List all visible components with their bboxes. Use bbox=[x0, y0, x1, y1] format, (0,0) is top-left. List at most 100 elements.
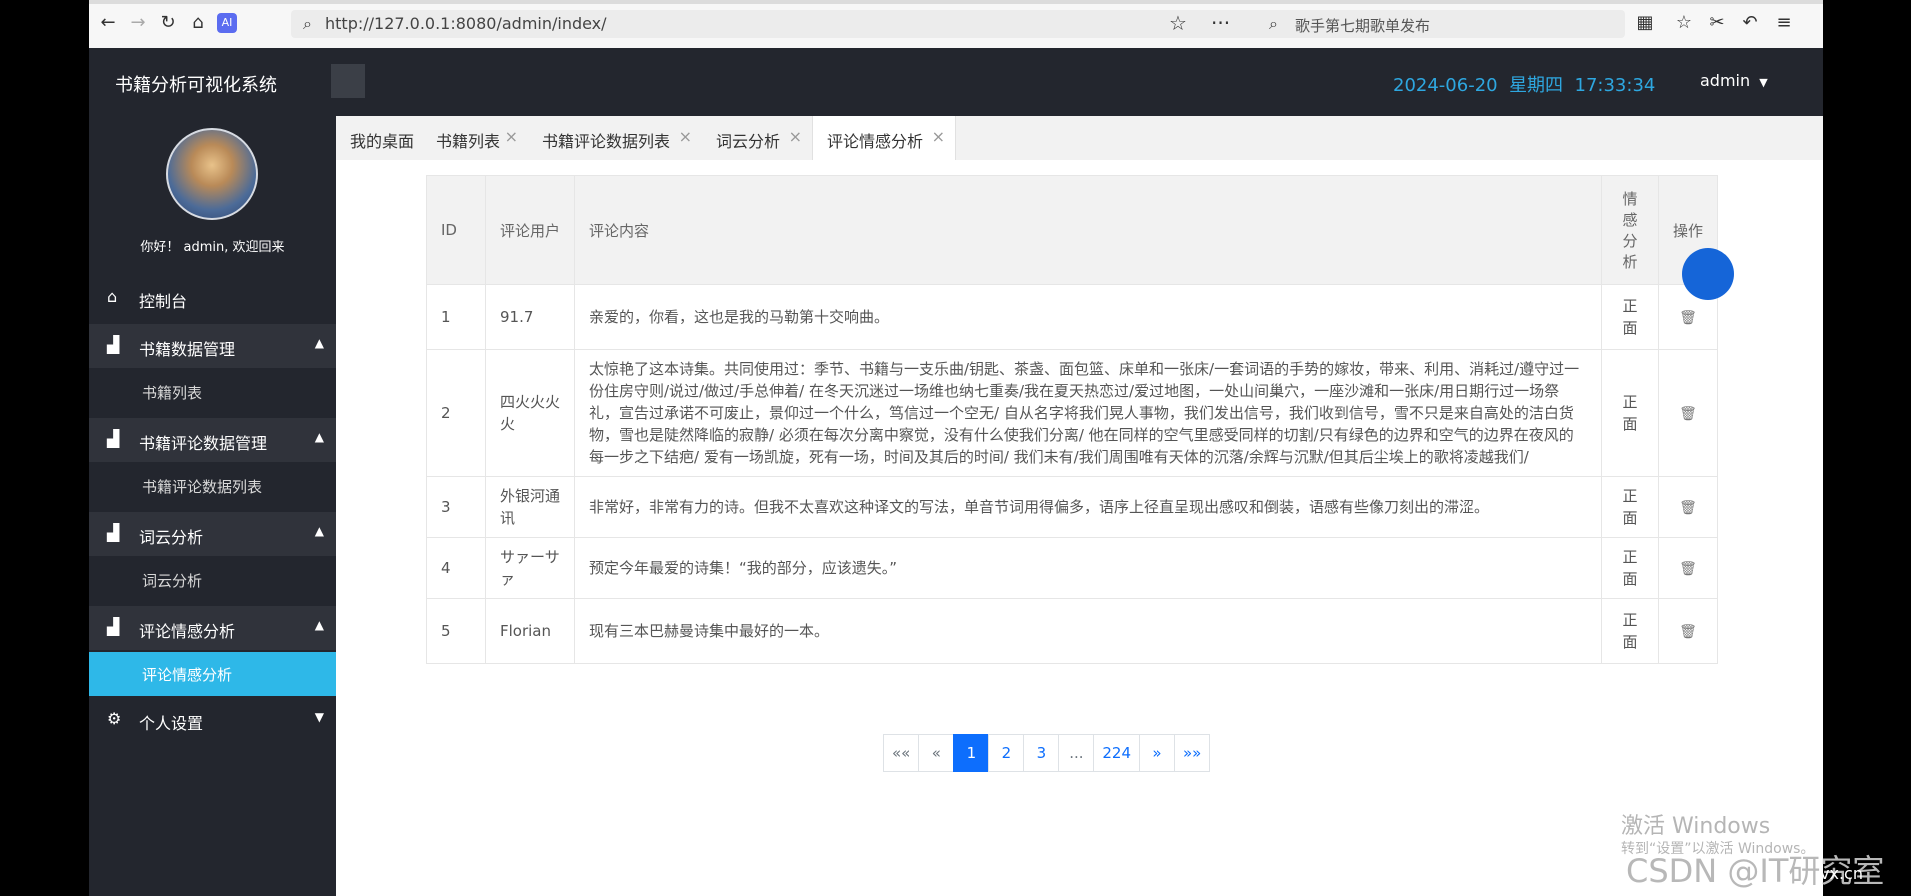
cell-action: 🗑 bbox=[1658, 537, 1718, 599]
table-row: 5 Florian 现有三本巴赫曼诗集中最好的一本。 正面 🗑 bbox=[426, 598, 1718, 664]
pagination: «« « 1 2 3 ... 224 » »» bbox=[883, 734, 1211, 772]
tab-wordcloud[interactable]: 词云分析 × bbox=[702, 116, 812, 160]
trash-icon[interactable]: 🗑 bbox=[1679, 500, 1697, 516]
cell-id: 1 bbox=[426, 284, 486, 350]
caret-up-icon: ▲ bbox=[314, 430, 324, 444]
tab-book-list[interactable]: 书籍列表 × bbox=[422, 116, 528, 160]
browser-search-box[interactable]: ⌕ 歌手第七期歌单发布 bbox=[1257, 10, 1625, 38]
browser-top-strip bbox=[89, 0, 1823, 4]
corner-watermark: vx.cn bbox=[1820, 864, 1863, 883]
bank-icon: ▟ bbox=[107, 335, 120, 354]
home-icon: ⌂ bbox=[107, 287, 118, 306]
welcome-text: 你好！ admin, 欢迎回来 bbox=[140, 240, 285, 255]
column-header: 评论内容 bbox=[574, 175, 1602, 285]
page-prev-button[interactable]: « bbox=[918, 734, 955, 772]
user-name: admin bbox=[1700, 71, 1751, 90]
cell-user: Florian bbox=[485, 598, 575, 664]
tab-label: 我的桌面 bbox=[350, 132, 415, 151]
cell-user: 四火火火火 bbox=[485, 349, 575, 477]
bank-icon: ▟ bbox=[107, 429, 120, 448]
back-icon[interactable]: ← bbox=[97, 12, 119, 34]
ai-extension-icon[interactable]: AI bbox=[217, 13, 237, 33]
favorites-icon[interactable]: ☆ bbox=[1673, 12, 1695, 34]
url-text[interactable]: http://127.0.0.1:8080/admin/index/ bbox=[325, 14, 607, 33]
sidebar-item-dashboard[interactable]: ⌂ 控制台 bbox=[89, 276, 336, 320]
table-row: 1 91.7 亲爱的，你看，这也是我的马勒第十交响曲。 正面 🗑 bbox=[426, 284, 1718, 350]
system-title: 书籍分析可视化系统 bbox=[115, 75, 277, 96]
page-button-2[interactable]: 2 bbox=[988, 734, 1025, 772]
close-icon[interactable]: × bbox=[679, 127, 692, 146]
table-header-row: ID 评论用户 评论内容 情感分析 操作 bbox=[426, 175, 1718, 285]
browser-toolbar: ← → ↻ ⌂ AI ⌕ http://127.0.0.1:8080/admin… bbox=[89, 0, 1823, 49]
cell-action: 🗑 bbox=[1658, 476, 1718, 538]
cell-id: 5 bbox=[426, 598, 486, 664]
cell-content: 预定今年最爱的诗集！“我的部分，应该遗失。” bbox=[574, 537, 1602, 599]
tab-comment-list[interactable]: 书籍评论数据列表 × bbox=[528, 116, 702, 160]
caret-up-icon: ▲ bbox=[314, 618, 324, 632]
sidebar-item-label: 个人设置 bbox=[139, 714, 204, 733]
caret-up-icon: ▲ bbox=[314, 524, 324, 538]
sidebar-item-sentiment[interactable]: 评论情感分析 bbox=[89, 652, 336, 696]
menu-toggle-button[interactable] bbox=[331, 64, 365, 98]
trash-icon[interactable]: 🗑 bbox=[1679, 561, 1697, 577]
tab-desktop[interactable]: 我的桌面 bbox=[336, 116, 422, 160]
menu-icon[interactable]: ≡ bbox=[1773, 12, 1795, 34]
page-ellipsis: ... bbox=[1058, 734, 1095, 772]
windows-watermark-title: 激活 Windows bbox=[1621, 814, 1771, 839]
sidebar-item-settings[interactable]: ⚙ 个人设置 ▼ bbox=[89, 698, 336, 742]
sidebar-item-book-list[interactable]: 书籍列表 bbox=[89, 370, 336, 414]
user-menu[interactable]: admin ▼ bbox=[1700, 71, 1768, 90]
close-icon[interactable]: × bbox=[505, 127, 518, 146]
sidebar-group-sentiment[interactable]: ▟ 评论情感分析 ▲ bbox=[89, 606, 336, 650]
sidebar-item-label: 评论情感分析 bbox=[139, 622, 236, 641]
tab-label: 词云分析 bbox=[716, 132, 781, 151]
cell-id: 4 bbox=[426, 537, 486, 599]
forward-icon[interactable]: → bbox=[127, 12, 149, 34]
page-button-1[interactable]: 1 bbox=[953, 734, 990, 772]
scissors-icon[interactable]: ✂ bbox=[1706, 12, 1728, 34]
sidebar-group-wordcloud[interactable]: ▟ 词云分析 ▲ bbox=[89, 512, 336, 556]
undo-icon[interactable]: ↶ bbox=[1739, 12, 1761, 34]
close-icon[interactable]: × bbox=[789, 127, 802, 146]
gear-icon: ⚙ bbox=[107, 709, 122, 728]
app-window: ← → ↻ ⌂ AI ⌕ http://127.0.0.1:8080/admin… bbox=[89, 0, 1823, 896]
trash-icon[interactable]: 🗑 bbox=[1679, 406, 1697, 422]
tab-label: 书籍评论数据列表 bbox=[542, 132, 671, 151]
cell-content: 现有三本巴赫曼诗集中最好的一本。 bbox=[574, 598, 1602, 664]
sidebar-item-wordcloud[interactable]: 词云分析 bbox=[89, 558, 336, 602]
trash-icon[interactable]: 🗑 bbox=[1679, 310, 1697, 326]
search-placeholder: 歌手第七期歌单发布 bbox=[1295, 17, 1431, 35]
cursor-highlight bbox=[1682, 248, 1734, 300]
cell-action: 🗑 bbox=[1658, 349, 1718, 477]
close-icon[interactable]: × bbox=[932, 127, 945, 146]
sidebar-group-book-data[interactable]: ▟ 书籍数据管理 ▲ bbox=[89, 324, 336, 368]
top-header: 书籍分析可视化系统 2024-06-20 星期四 17:33:34 admin … bbox=[89, 48, 1823, 116]
caret-down-icon: ▼ bbox=[1759, 76, 1768, 89]
column-header: 情感分析 bbox=[1601, 175, 1659, 285]
sidebar-group-book-comments[interactable]: ▟ 书籍评论数据管理 ▲ bbox=[89, 418, 336, 462]
page-button-3[interactable]: 3 bbox=[1023, 734, 1060, 772]
star-icon[interactable]: ☆ bbox=[1169, 11, 1187, 35]
column-header: 评论用户 bbox=[485, 175, 575, 285]
screen: ← → ↻ ⌂ AI ⌕ http://127.0.0.1:8080/admin… bbox=[0, 0, 1911, 896]
page-next-button[interactable]: » bbox=[1139, 734, 1175, 772]
tab-sentiment[interactable]: 评论情感分析 × bbox=[812, 116, 956, 160]
sidebar-item-comment-list[interactable]: 书籍评论数据列表 bbox=[89, 464, 336, 508]
cell-user: 91.7 bbox=[485, 284, 575, 350]
page-button-last[interactable]: 224 bbox=[1093, 734, 1140, 772]
search-icon: ⌕ bbox=[1269, 14, 1278, 33]
page-last-button[interactable]: »» bbox=[1174, 734, 1211, 772]
main-content: ID 评论用户 评论内容 情感分析 操作 1 91.7 亲爱的，你看，这也是我的… bbox=[336, 160, 1823, 896]
avatar bbox=[166, 128, 258, 220]
more-icon[interactable]: ··· bbox=[1211, 11, 1230, 35]
sidebar-item-label: 评论情感分析 bbox=[142, 666, 233, 684]
trash-icon[interactable]: 🗑 bbox=[1679, 624, 1697, 640]
sidebar-item-label: 书籍列表 bbox=[142, 384, 203, 402]
cell-content: 非常好，非常有力的诗。但我不太喜欢这种译文的写法，单音节词用得偏多，语序上径直呈… bbox=[574, 476, 1602, 538]
sidebar-item-label: 控制台 bbox=[139, 292, 188, 311]
grid-icon[interactable]: ▦ bbox=[1634, 12, 1656, 34]
page-first-button[interactable]: «« bbox=[883, 734, 920, 772]
home-icon[interactable]: ⌂ bbox=[187, 12, 209, 34]
sidebar-item-label: 书籍评论数据管理 bbox=[139, 434, 268, 453]
reload-icon[interactable]: ↻ bbox=[157, 12, 179, 34]
